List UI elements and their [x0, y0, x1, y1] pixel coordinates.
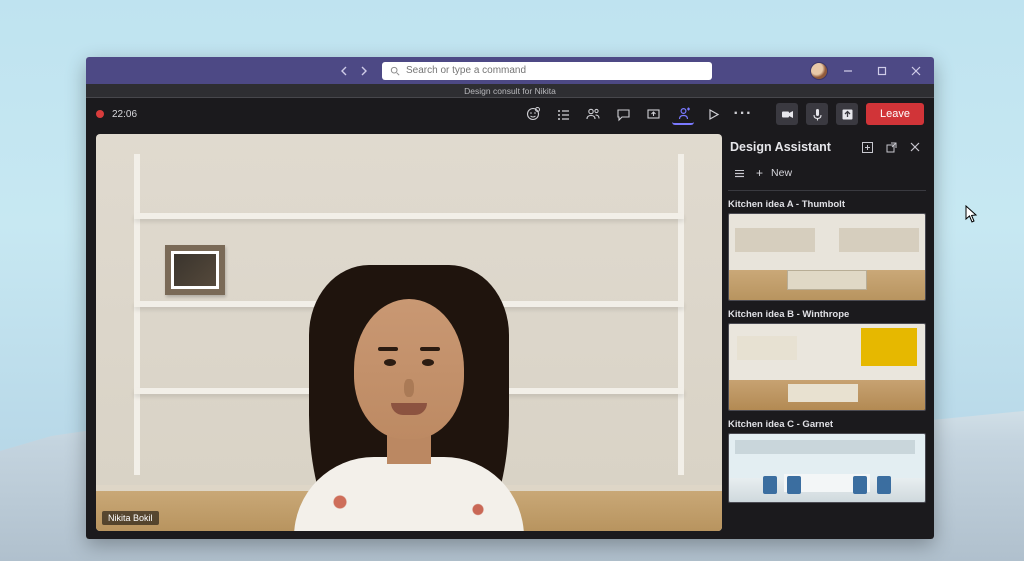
panel-title: Design Assistant [730, 140, 852, 154]
search-icon [390, 66, 400, 76]
camera-button[interactable] [776, 103, 798, 125]
window-minimize-button[interactable] [834, 57, 862, 84]
meeting-toolbar: 22:06 ··· [86, 98, 934, 130]
design-card[interactable]: Kitchen idea A - Thumbolt [728, 199, 926, 301]
app-window: Design consult for Nikita 22:06 [86, 57, 934, 539]
card-thumbnail [728, 213, 926, 301]
recording-indicator-icon [96, 110, 104, 118]
mouse-cursor [965, 205, 979, 228]
panel-popout-button[interactable] [882, 138, 900, 156]
share-screen-button[interactable] [642, 103, 664, 125]
stream-button[interactable] [702, 103, 724, 125]
search-input[interactable] [406, 65, 704, 76]
card-label: Kitchen idea A - Thumbolt [728, 199, 926, 210]
panel-close-button[interactable] [906, 138, 924, 156]
card-label: Kitchen idea B - Winthrope [728, 309, 926, 320]
panel-menu-button[interactable] [730, 164, 748, 182]
apps-button[interactable] [672, 103, 694, 125]
window-maximize-button[interactable] [868, 57, 896, 84]
card-label: Kitchen idea C - Garnet [728, 419, 926, 430]
reactions-button[interactable] [522, 103, 544, 125]
card-thumbnail [728, 433, 926, 503]
more-actions-button[interactable]: ··· [732, 103, 754, 125]
meeting-body: 22:06 ··· [86, 98, 934, 539]
list-button[interactable] [552, 103, 574, 125]
side-panel: Design Assistant + New [728, 134, 926, 531]
panel-add-tab-button[interactable] [858, 138, 876, 156]
participant-name-tag: Nikita Bokil [102, 511, 159, 525]
card-thumbnail [728, 323, 926, 411]
share-tray-button[interactable] [836, 103, 858, 125]
nav-forward-button[interactable] [354, 57, 372, 84]
nav-back-button[interactable] [336, 57, 354, 84]
participant-figure [269, 265, 549, 531]
mic-button[interactable] [806, 103, 828, 125]
titlebar [86, 57, 934, 84]
meeting-title-bar: Design consult for Nikita [86, 84, 934, 98]
window-close-button[interactable] [902, 57, 930, 84]
recording-time: 22:06 [112, 109, 137, 120]
people-button[interactable] [582, 103, 604, 125]
leave-button[interactable]: Leave [866, 103, 924, 125]
plus-icon: + [756, 166, 763, 180]
meeting-title: Design consult for Nikita [464, 86, 556, 96]
panel-new-button[interactable]: New [771, 167, 792, 179]
design-card[interactable]: Kitchen idea C - Garnet [728, 419, 926, 503]
search-box[interactable] [382, 62, 712, 80]
video-participant[interactable]: Nikita Bokil [96, 134, 722, 531]
chat-button[interactable] [612, 103, 634, 125]
user-avatar[interactable] [810, 62, 828, 80]
design-card[interactable]: Kitchen idea B - Winthrope [728, 309, 926, 411]
